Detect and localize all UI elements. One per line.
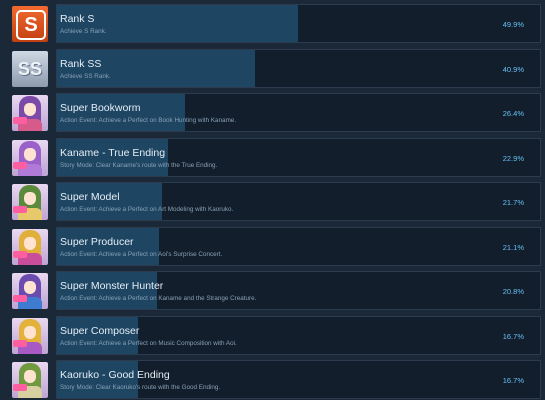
achievement-description: Action Event: Achieve a Perfect on Aoi's… [60, 250, 223, 258]
portrait-face [24, 192, 36, 205]
character-portrait-icon [12, 317, 48, 354]
character-portrait-icon [12, 95, 48, 131]
character-portrait-icon [12, 184, 48, 220]
portrait-badge [13, 339, 27, 347]
character-portrait-icon [12, 139, 48, 176]
unlock-percentage: 22.9% [502, 153, 524, 163]
portrait-badge [13, 384, 27, 391]
unlock-percentage: 21.1% [502, 242, 524, 252]
achievement-title: Kaoruko - Good Ending [60, 369, 170, 381]
portrait-face [24, 370, 36, 383]
achievement-description: Story Mode: Clear Kaoruko's route with t… [60, 384, 221, 391]
achievement-panel: Super Model Action Event: Achieve a Perfe… [56, 182, 541, 221]
achievement-row[interactable]: Kaname - True Ending Story Mode: Clear Ka… [10, 137, 541, 177]
achievement-panel: Super Bookworm Action Event: Achieve a Pe… [56, 93, 541, 132]
achievement-row[interactable]: Super Producer Action Event: Achieve a Pe… [10, 226, 541, 266]
portrait-face [24, 281, 36, 294]
rank-letter: SS [17, 58, 42, 79]
achievement-title: Kaname - True Ending [60, 146, 166, 159]
achievement-title: Super Monster Hunter [60, 280, 164, 292]
portrait-badge [13, 161, 27, 169]
character-portrait-icon [12, 273, 48, 309]
achievement-panel: Rank S Achieve S Rank. 49.9% [56, 4, 541, 43]
character-portrait-icon [12, 362, 48, 398]
achievement-panel: Super Monster Hunter Action Event: Achiev… [56, 271, 541, 310]
achievement-title: Super Bookworm [60, 102, 141, 114]
achievement-panel: Kaoruko - Good Ending Story Mode: Clear K… [56, 360, 541, 399]
achievement-description: Achieve S Rank. [60, 28, 107, 35]
portrait-badge [13, 117, 27, 124]
achievement-panel: Super Producer Action Event: Achieve a Pe… [56, 226, 541, 266]
achievement-title: Super Composer [60, 324, 140, 337]
unlock-percentage: 16.7% [502, 331, 524, 341]
achievement-panel: Super Composer Action Event: Achieve a Pe… [56, 315, 541, 355]
unlock-percentage: 26.4% [502, 109, 524, 118]
rank-s-icon: S [12, 6, 48, 42]
portrait-badge [13, 295, 27, 302]
rank-ss-icon: SS [12, 50, 48, 87]
unlock-percentage: 20.8% [502, 287, 524, 296]
portrait-face [24, 103, 36, 116]
portrait-badge [13, 206, 27, 213]
achievement-description: Action Event: Achieve a Perfect on Book … [60, 117, 237, 124]
achievement-description: Action Event: Achieve a Perfect on Music… [60, 339, 237, 347]
portrait-badge [13, 250, 27, 258]
achievement-description: Achieve SS Rank. [60, 72, 111, 80]
achievement-row[interactable]: Super Composer Action Event: Achieve a Pe… [10, 315, 541, 355]
achievement-title: Rank S [60, 13, 95, 25]
unlock-percentage: 49.9% [502, 20, 524, 29]
achievement-row[interactable]: Super Model Action Event: Achieve a Perfe… [10, 182, 541, 221]
achievement-panel: Kaname - True Ending Story Mode: Clear Ka… [56, 137, 541, 177]
achievement-description: Action Event: Achieve a Perfect on Art M… [60, 206, 234, 213]
achievement-row[interactable]: Super Monster Hunter Action Event: Achiev… [10, 271, 541, 310]
achievement-row[interactable]: SS Rank SS Achieve SS Rank. 40.9% [10, 48, 541, 88]
achievement-panel: Rank SS Achieve SS Rank. 40.9% [56, 48, 541, 88]
portrait-face [24, 325, 36, 339]
rank-letter: S [16, 10, 46, 40]
achievement-title: Super Model [60, 191, 120, 203]
unlock-percentage: 40.9% [502, 64, 524, 74]
achievement-row[interactable]: Kaoruko - Good Ending Story Mode: Clear K… [10, 360, 541, 399]
achievement-row[interactable]: S Rank S Achieve S Rank. 49.9% [10, 4, 541, 43]
achievement-description: Action Event: Achieve a Perfect on Kanam… [60, 295, 257, 302]
unlock-percentage: 21.7% [502, 198, 524, 207]
achievement-title: Rank SS [60, 57, 102, 70]
portrait-face [24, 147, 36, 161]
achievement-row[interactable]: Super Bookworm Action Event: Achieve a Pe… [10, 93, 541, 132]
unlock-percentage: 16.7% [502, 376, 524, 385]
portrait-face [24, 236, 36, 250]
character-portrait-icon [12, 228, 48, 265]
achievement-title: Super Producer [60, 235, 134, 248]
achievement-description: Story Mode: Clear Kaname's route with th… [60, 161, 218, 169]
